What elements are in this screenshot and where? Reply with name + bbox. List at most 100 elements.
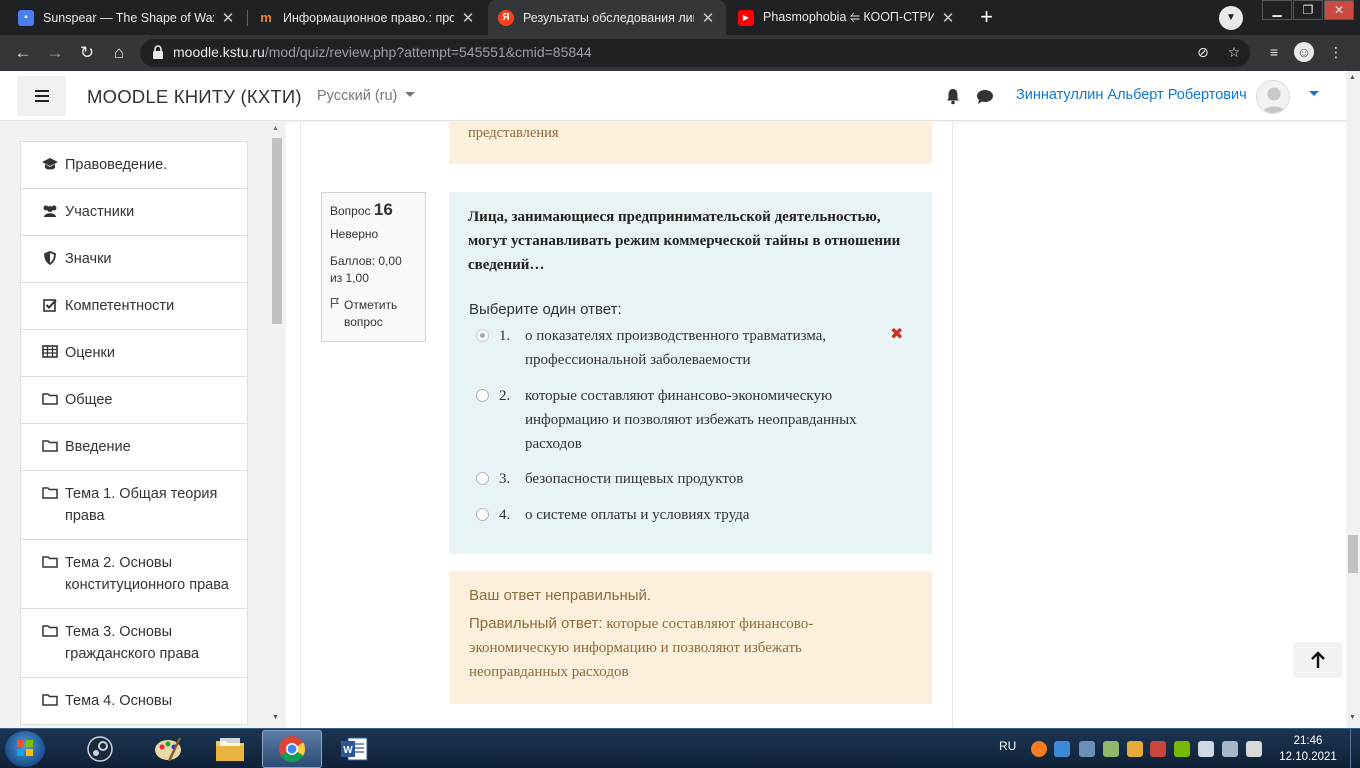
radio-button[interactable] xyxy=(476,508,489,521)
avast-tray-icon[interactable] xyxy=(1031,741,1047,757)
nav-item-competencies[interactable]: Компетентности xyxy=(20,283,248,330)
answer-option-1[interactable]: 1. о показателях производственного травм… xyxy=(476,324,906,372)
start-button[interactable] xyxy=(5,731,45,767)
nav-item-label: Тема 4. Основы xyxy=(65,693,173,709)
option-text: безопасности пищевых продуктов xyxy=(525,471,744,487)
explorer-taskbar-button[interactable] xyxy=(200,730,260,768)
chat-bubble-icon[interactable] xyxy=(976,88,994,106)
browser-tab[interactable]: m Информационное право.: прос ✕ xyxy=(248,0,486,35)
user-name[interactable]: Зиннатуллин Альберт Робертович xyxy=(1016,87,1247,103)
nav-item-topic-4[interactable]: Тема 4. Основы xyxy=(20,678,248,725)
reading-list-icon[interactable]: ≡ xyxy=(1264,42,1284,62)
nav-item-label: Тема 1. Общая теория права xyxy=(65,486,218,524)
nav-item-topic-1[interactable]: Тема 1. Общая теория права xyxy=(20,471,248,540)
radio-button[interactable] xyxy=(476,389,489,402)
option-number: 3. xyxy=(499,471,511,487)
lock-icon[interactable] xyxy=(152,45,164,59)
question-grade: Баллов: 0,00 из 1,00 xyxy=(330,254,402,285)
system-clock[interactable]: 21:46 12.10.2021 xyxy=(1278,733,1338,765)
more-menu-icon[interactable]: ⋮ xyxy=(1326,42,1346,62)
browser-tab[interactable]: ▪ Sunspear — The Shape of Wax ✕ xyxy=(8,0,246,35)
browser-tab[interactable]: ▶ Phasmophobia ⥢ КООП-СТРИМ ✕ xyxy=(728,0,966,35)
close-tab-icon[interactable]: ✕ xyxy=(940,9,956,27)
moodle-icon: m xyxy=(260,10,272,25)
bell-icon[interactable] xyxy=(944,87,962,105)
url-text[interactable]: moodle.kstu.ru/mod/quiz/review.php?attem… xyxy=(173,44,592,60)
reload-icon[interactable]: ↻ xyxy=(76,42,98,64)
minimize-window-button[interactable]: ▁ xyxy=(1262,0,1292,20)
table-icon xyxy=(41,345,59,358)
question-info-box: Вопрос 16 Неверно Баллов: 0,00 из 1,00 О… xyxy=(321,192,426,342)
show-desktop-button[interactable] xyxy=(1350,729,1360,768)
flag-question-link[interactable]: Отметить вопрос xyxy=(330,297,417,331)
warning-tray-icon[interactable] xyxy=(1127,741,1143,757)
nav-item-label: Компетентности xyxy=(65,298,175,314)
keyboard-language-indicator[interactable]: RU xyxy=(999,739,1016,753)
profile-avatar-icon[interactable]: ☺ xyxy=(1294,42,1314,62)
nav-drawer-scroll-thumb[interactable] xyxy=(272,138,282,324)
page-scroll-thumb[interactable] xyxy=(1348,535,1358,573)
nav-item-topic-2[interactable]: Тема 2. Основы конституционного права xyxy=(20,540,248,609)
scroll-up-arrow-icon[interactable]: ▲ xyxy=(1349,74,1356,81)
drawer-toggle-button[interactable] xyxy=(17,76,66,116)
folder-icon xyxy=(41,555,59,568)
browser-tab-active[interactable]: Я Результаты обследования лица, ✕ xyxy=(488,0,726,35)
back-arrow-icon[interactable]: ← xyxy=(12,42,34,64)
steam-tray-icon[interactable] xyxy=(1079,741,1095,757)
bookmark-star-icon[interactable]: ☆ xyxy=(1224,42,1244,62)
cloud-tray-icon[interactable] xyxy=(1054,741,1070,757)
close-tab-icon[interactable]: ✕ xyxy=(700,9,716,27)
new-tab-button[interactable]: + xyxy=(973,5,1000,30)
nav-item-grades[interactable]: Оценки xyxy=(20,330,248,377)
volume-tray-icon[interactable] xyxy=(1198,741,1214,757)
users-icon xyxy=(41,204,59,218)
nvidia-tray-icon[interactable] xyxy=(1174,741,1190,757)
caret-down-icon[interactable] xyxy=(1309,91,1319,96)
back-to-top-button[interactable] xyxy=(1293,642,1343,678)
answer-option-2[interactable]: 2. которые составляют финансово-экономич… xyxy=(476,384,906,456)
radio-button-selected[interactable] xyxy=(476,329,489,342)
nav-item-intro[interactable]: Введение xyxy=(20,424,248,471)
url-path: /mod/quiz/review.php?attempt=545551&cmid… xyxy=(264,44,592,60)
user-avatar[interactable] xyxy=(1256,80,1290,114)
paint-taskbar-button[interactable] xyxy=(138,730,198,768)
nav-item-badges[interactable]: Значки xyxy=(20,236,248,283)
forward-arrow-icon[interactable]: → xyxy=(44,42,66,64)
nav-item-label: Оценки xyxy=(65,345,115,361)
close-tab-icon[interactable]: ✕ xyxy=(220,9,236,27)
word-taskbar-button[interactable]: W xyxy=(324,730,384,768)
close-window-button[interactable]: ✕ xyxy=(1324,0,1354,20)
page-scrollbar[interactable] xyxy=(1346,71,1360,728)
eye-off-icon[interactable]: ⊘ xyxy=(1193,42,1213,62)
option-number: 1. xyxy=(499,328,511,344)
answer-option-4[interactable]: 4. о системе оплаты и условиях труда xyxy=(476,503,906,527)
chrome-taskbar-button[interactable] xyxy=(262,730,322,768)
maximize-window-button[interactable]: ❐ xyxy=(1293,0,1323,20)
radio-button[interactable] xyxy=(476,472,489,485)
nav-item-topic-3[interactable]: Тема 3. Основы гражданского права xyxy=(20,609,248,678)
shield-icon xyxy=(41,251,59,265)
tab-search-icon[interactable]: ▼ xyxy=(1219,6,1243,30)
answer-option-3[interactable]: 3. безопасности пищевых продуктов xyxy=(476,467,906,491)
site-name[interactable]: MOODLE КНИТУ (КХТИ) xyxy=(87,86,302,108)
home-icon[interactable]: ⌂ xyxy=(108,42,130,64)
network-tray-icon[interactable] xyxy=(1222,741,1238,757)
nav-item-label: Тема 3. Основы гражданского права xyxy=(65,624,200,662)
nav-item-course[interactable]: Правоведение. xyxy=(20,141,248,189)
scroll-down-arrow-icon[interactable]: ▼ xyxy=(1349,714,1356,721)
word-icon: W xyxy=(341,737,368,761)
scroll-up-arrow-icon[interactable]: ▲ xyxy=(272,125,279,132)
scroll-down-arrow-icon[interactable]: ▼ xyxy=(272,714,279,721)
flag-icon xyxy=(330,297,344,331)
steam-taskbar-button[interactable] xyxy=(75,730,125,768)
close-tab-icon[interactable]: ✕ xyxy=(460,9,476,27)
flag-tray-icon[interactable] xyxy=(1246,741,1262,757)
nav-item-general[interactable]: Общее xyxy=(20,377,248,424)
nav-item-participants[interactable]: Участники xyxy=(20,189,248,236)
nav-drawer: Правоведение. Участники Значки Компетент… xyxy=(0,122,286,728)
option-text: о системе оплаты и условиях труда xyxy=(525,507,750,523)
usb-tray-icon[interactable] xyxy=(1103,741,1119,757)
language-menu[interactable]: Русский (ru) xyxy=(317,88,416,104)
app-tray-icon[interactable] xyxy=(1150,741,1166,757)
previous-question-feedback: представления xyxy=(449,122,932,164)
